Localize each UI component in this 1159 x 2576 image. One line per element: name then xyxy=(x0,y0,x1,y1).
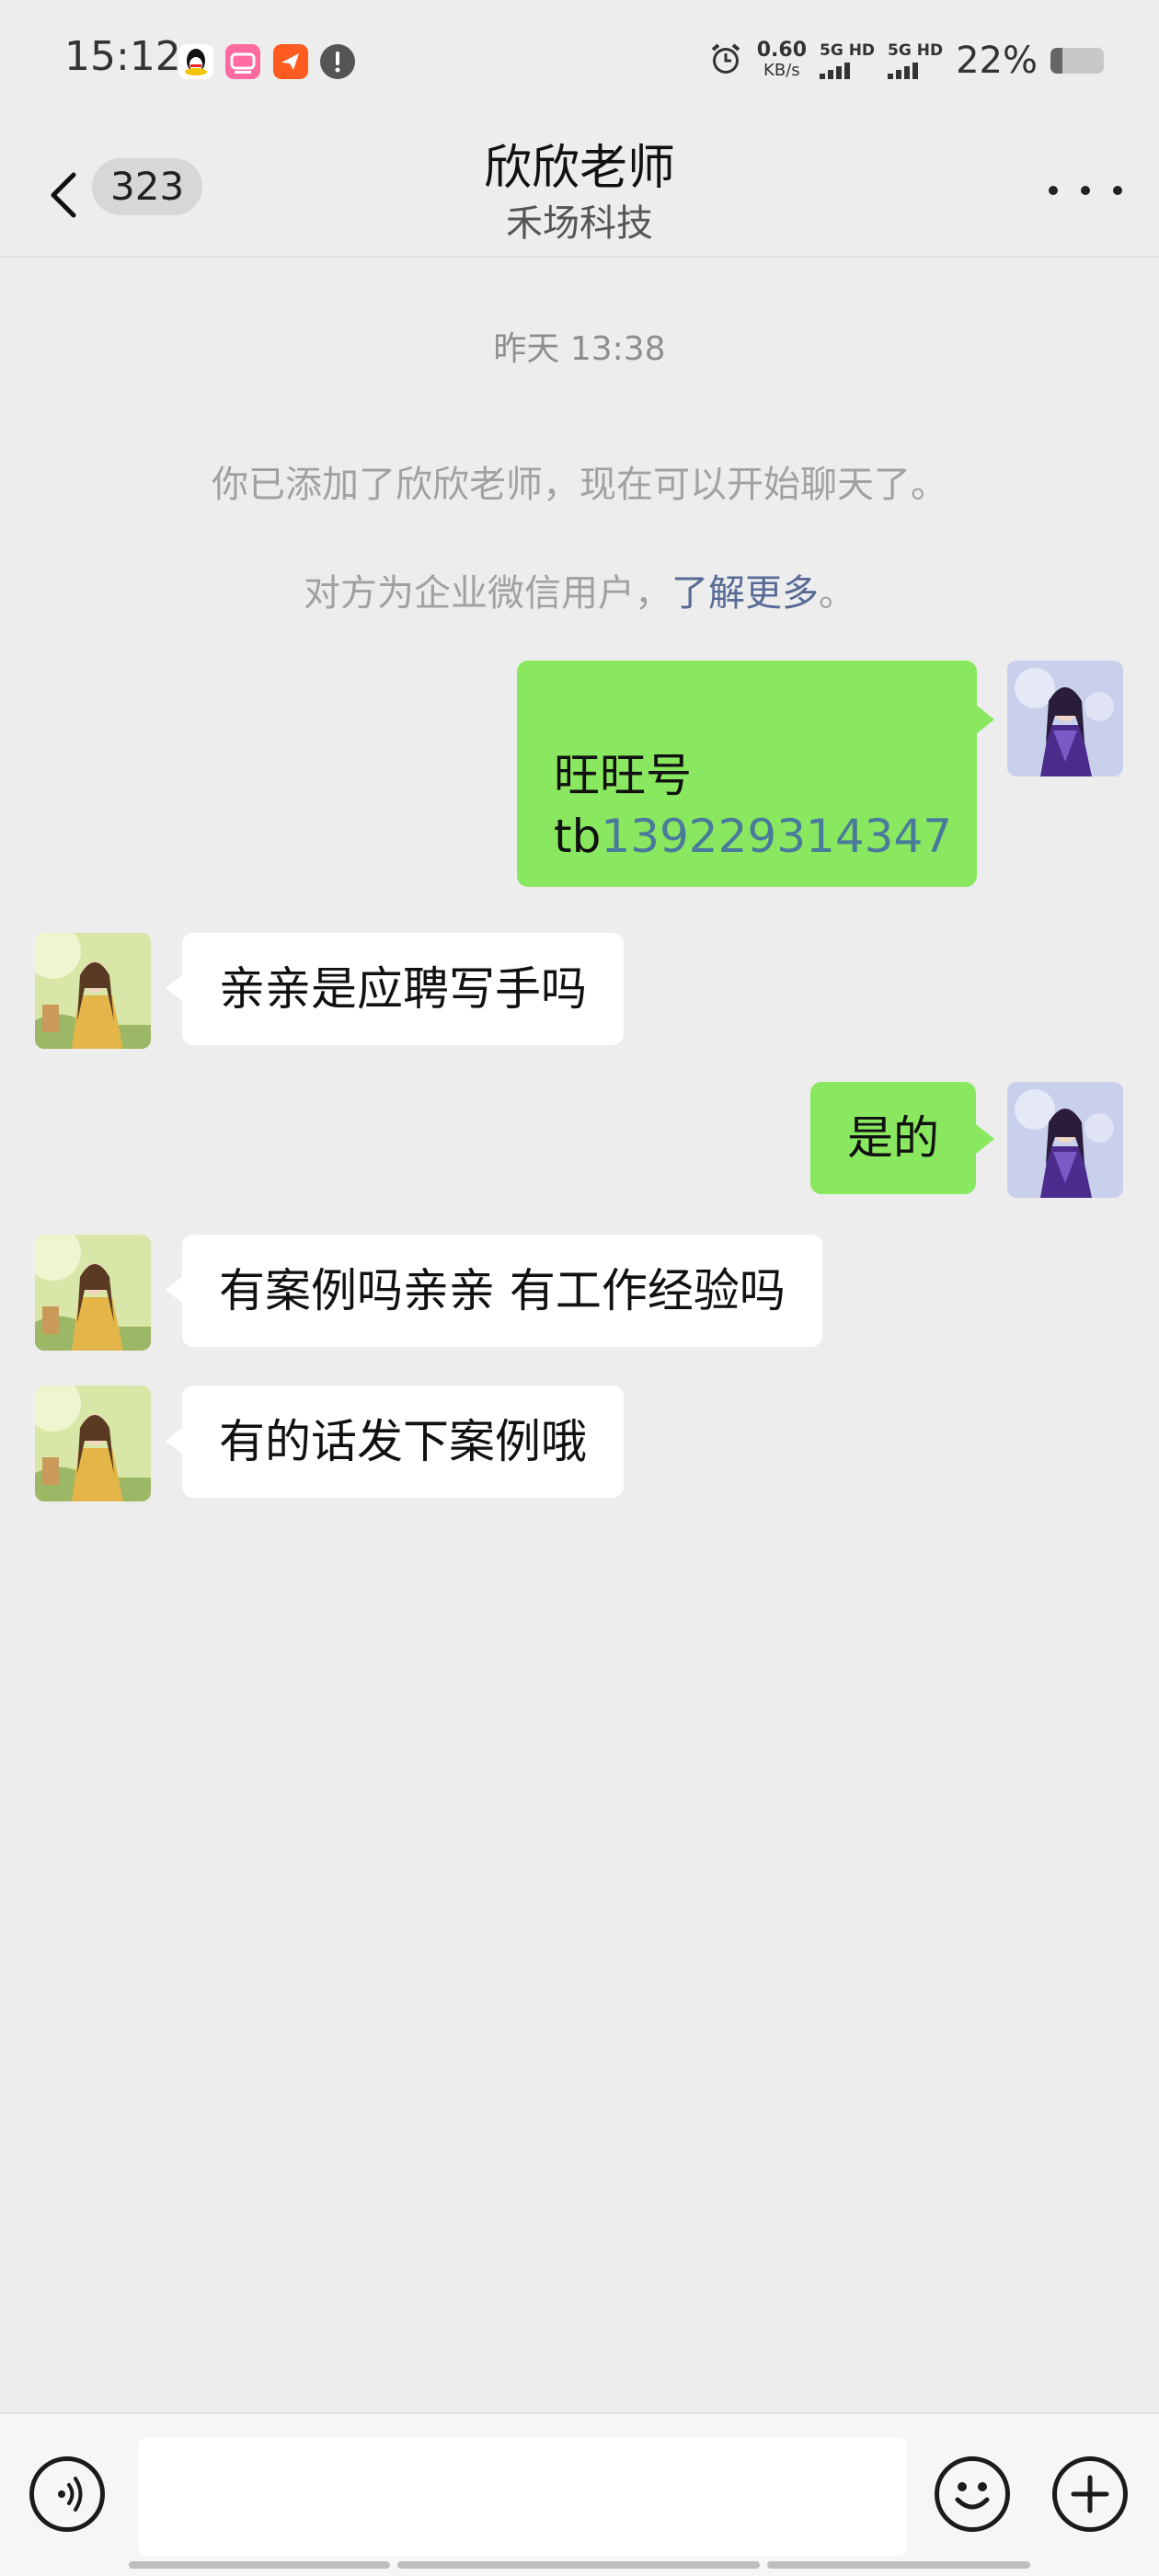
learn-more-link[interactable]: 了解更多 xyxy=(671,572,819,615)
sim2-label: 5G HD xyxy=(888,40,944,60)
gesture-bar-right xyxy=(767,2561,1030,2569)
signal-bars-icon xyxy=(888,61,943,79)
system-message-enterprise: 对方为企业微信用户，了解更多。 xyxy=(0,563,1159,616)
alert-icon xyxy=(320,44,355,79)
battery-fill xyxy=(1050,48,1062,74)
more-functions-button[interactable] xyxy=(1052,2456,1128,2532)
status-time: 15:12 xyxy=(64,33,181,80)
contact-avatar[interactable] xyxy=(35,1386,151,1501)
chat-title: 欣欣老师 xyxy=(483,141,675,196)
bubble-tail xyxy=(976,1124,994,1154)
chat-subtitle: 禾场科技 xyxy=(506,202,653,245)
red-app-icon xyxy=(273,44,308,79)
input-bar xyxy=(0,2412,1159,2576)
contact-message-bubble[interactable]: 亲亲是应聘写手吗 xyxy=(182,933,624,1045)
bubble-tail xyxy=(166,1275,184,1305)
sim1-label: 5G HD xyxy=(820,40,876,60)
message-text-prefix: tb xyxy=(554,810,602,863)
message-text: 有案例吗亲亲 有工作经验吗 xyxy=(219,1264,786,1317)
bilibili-icon xyxy=(225,44,260,79)
bubble-tail xyxy=(166,973,184,1003)
message-text: 亲亲是应聘写手吗 xyxy=(219,962,587,1016)
chat-screen: 15:12 0.60 KB/s 5G HD 5G HD 22% 323 欣欣老师… xyxy=(0,0,1159,2576)
sim2-signal: 5G HD xyxy=(888,40,944,79)
voice-icon xyxy=(58,2477,83,2512)
contact-message-bubble[interactable]: 有案例吗亲亲 有工作经验吗 xyxy=(182,1235,822,1347)
voice-button[interactable] xyxy=(29,2456,105,2532)
emoji-button[interactable] xyxy=(935,2456,1010,2532)
signal-bars-icon xyxy=(820,61,875,79)
status-right-group: 0.60 KB/s 5G HD 5G HD 22% xyxy=(707,33,1104,88)
contact-message-bubble[interactable]: 有的话发下案例哦 xyxy=(182,1386,624,1498)
my-message-bubble[interactable]: 旺旺号 tb139229314347 xyxy=(517,661,977,887)
bubble-tail xyxy=(166,1426,184,1455)
network-speed: 0.60 KB/s xyxy=(757,40,807,81)
my-avatar[interactable] xyxy=(1007,1082,1123,1198)
status-bar: 15:12 0.60 KB/s 5G HD 5G HD 22% xyxy=(0,0,1159,120)
message-input[interactable] xyxy=(138,2438,907,2556)
more-dot xyxy=(1049,186,1058,195)
phone-number-link[interactable]: 139229314347 xyxy=(601,810,952,863)
gesture-bar-left xyxy=(129,2561,390,2569)
message-timestamp: 昨天 13:38 xyxy=(493,330,666,368)
system-message-suffix: 。 xyxy=(819,572,855,615)
gesture-bar-center xyxy=(397,2561,760,2569)
more-dot xyxy=(1081,186,1090,195)
sim1-signal: 5G HD xyxy=(820,40,876,79)
qq-icon xyxy=(178,44,213,79)
battery-icon xyxy=(1050,48,1104,74)
my-message-bubble[interactable]: 是的 xyxy=(810,1082,976,1194)
alarm-icon xyxy=(707,40,744,81)
chat-header: 323 欣欣老师 禾场科技 xyxy=(0,120,1159,258)
more-dot xyxy=(1113,186,1122,195)
message-text: tb139229314347 xyxy=(554,806,952,867)
emoji-icon xyxy=(955,2482,990,2510)
message-text: 有的话发下案例哦 xyxy=(219,1415,587,1468)
more-options-button[interactable] xyxy=(1049,177,1122,204)
bubble-tail xyxy=(976,705,994,734)
plus-icon xyxy=(1071,2475,1109,2513)
contact-avatar[interactable] xyxy=(35,933,151,1049)
my-avatar[interactable] xyxy=(1007,661,1123,776)
network-speed-value: 0.60 xyxy=(756,39,807,62)
message-text: 是的 xyxy=(847,1111,939,1165)
message-text: 旺旺号 xyxy=(554,749,692,802)
contact-avatar[interactable] xyxy=(35,1235,151,1351)
system-message-added: 你已添加了欣欣老师，现在可以开始聊天了。 xyxy=(212,464,947,506)
network-speed-unit: KB/s xyxy=(763,61,800,80)
battery-percent: 22% xyxy=(956,40,1038,82)
system-message-text: 对方为企业微信用户， xyxy=(304,572,671,615)
